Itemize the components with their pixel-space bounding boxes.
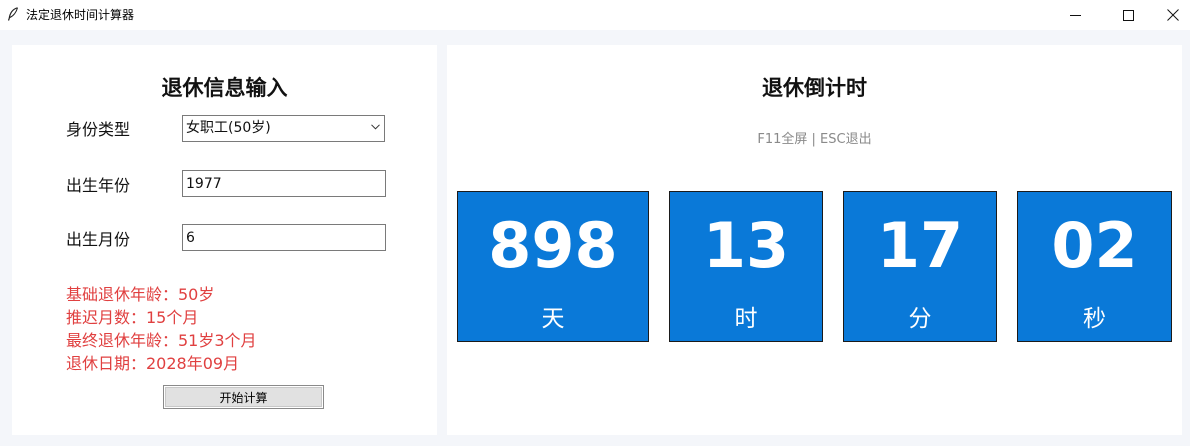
- countdown-days-value: 898: [488, 209, 618, 282]
- input-panel-title: 退休信息输入: [161, 76, 288, 100]
- identity-type-select[interactable]: 女职工(50岁): [182, 115, 385, 142]
- countdown-hours-unit: 时: [734, 306, 758, 332]
- keyboard-hint: F11全屏 | ESC退出: [757, 132, 872, 147]
- window-title: 法定退休时间计算器: [26, 8, 135, 22]
- countdown-days-box: 898 天: [457, 191, 649, 342]
- countdown-minutes-box: 17 分: [843, 191, 997, 342]
- close-icon: [1167, 9, 1179, 21]
- countdown-minutes-unit: 分: [908, 306, 932, 332]
- birth-month-input[interactable]: [182, 224, 386, 251]
- minimize-icon: [1069, 14, 1081, 16]
- start-calculation-button[interactable]: 开始计算: [163, 385, 324, 409]
- countdown-hours-box: 13 时: [669, 191, 823, 342]
- countdown-hours-value: 13: [702, 209, 790, 282]
- minimize-button[interactable]: [1052, 0, 1098, 30]
- countdown-seconds-value: 02: [1051, 209, 1138, 282]
- countdown-panel-title: 退休倒计时: [762, 76, 867, 100]
- countdown-minutes-value: 17: [876, 209, 964, 282]
- identity-type-label: 身份类型: [66, 120, 131, 139]
- input-panel: 退休信息输入 身份类型 女职工(50岁) 出生年份 出生月份 基础退休年龄：50…: [12, 45, 437, 435]
- maximize-icon: [1122, 9, 1134, 21]
- close-button[interactable]: [1150, 0, 1190, 30]
- title-bar: 法定退休时间计算器: [0, 0, 1190, 30]
- feather-icon: [7, 7, 18, 21]
- retirement-date: 退休日期：2028年09月: [66, 354, 240, 373]
- maximize-button[interactable]: [1105, 0, 1151, 30]
- delay-months: 推迟月数：15个月: [66, 308, 199, 327]
- countdown-seconds-unit: 秒: [1083, 306, 1106, 332]
- birth-year-label: 出生年份: [66, 176, 131, 195]
- chevron-down-icon: [371, 124, 380, 130]
- countdown-panel: 退休倒计时 F11全屏 | ESC退出 898 天 13 时 17 分 02 秒: [447, 45, 1182, 435]
- base-retirement-age: 基础退休年龄：50岁: [66, 285, 215, 304]
- birth-year-input[interactable]: [182, 170, 386, 197]
- birth-month-label: 出生月份: [66, 230, 131, 249]
- final-retirement-age: 最终退休年龄：51岁3个月: [66, 331, 257, 350]
- identity-type-value: 女职工(50岁): [186, 120, 271, 136]
- countdown-seconds-box: 02 秒: [1017, 191, 1172, 342]
- countdown-days-unit: 天: [541, 306, 565, 332]
